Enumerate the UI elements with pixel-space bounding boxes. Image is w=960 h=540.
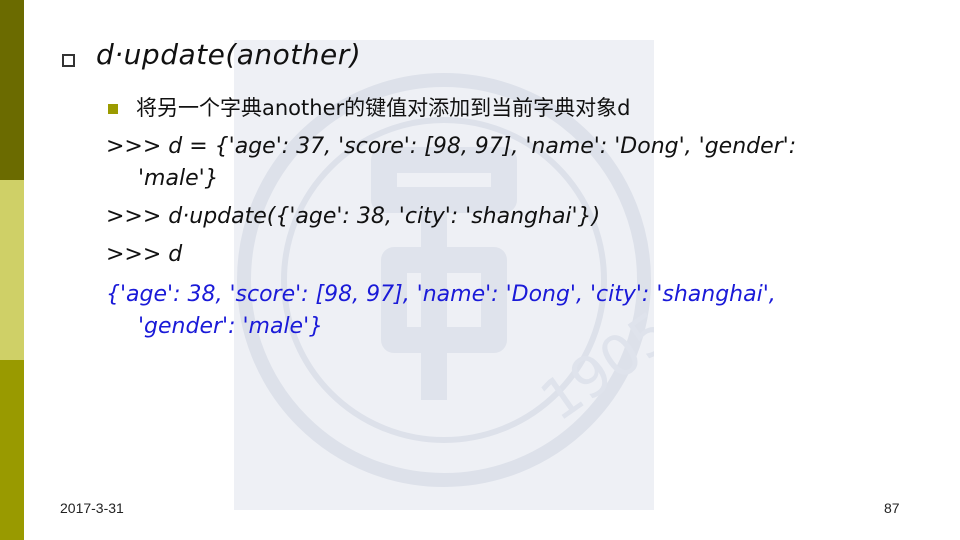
code-line: >>> d = {'age': 37, 'score': [98, 97], '… bbox=[106, 134, 797, 159]
filled-square-bullet-icon bbox=[108, 104, 118, 114]
code-line: >>> d bbox=[106, 242, 183, 267]
side-bar-middle bbox=[0, 180, 24, 360]
code-line: 'male'} bbox=[138, 166, 219, 191]
watermark-year: 1905 bbox=[529, 299, 654, 434]
output-line: {'age': 38, 'score': [98, 97], 'name': '… bbox=[106, 282, 776, 307]
hollow-square-bullet-icon bbox=[62, 54, 75, 67]
slide-title: d·update(another) bbox=[96, 38, 362, 71]
footer-date: 2017-3-31 bbox=[60, 500, 124, 516]
slide-subtitle: 将另一个字典another的键值对添加到当前字典对象d bbox=[136, 96, 631, 120]
page-number: 87 bbox=[884, 500, 900, 516]
side-bar-top bbox=[0, 0, 24, 180]
output-line: 'gender': 'male'} bbox=[138, 314, 324, 339]
code-line: >>> d·update({'age': 38, 'city': 'shangh… bbox=[106, 204, 601, 229]
side-bar-bottom bbox=[0, 360, 24, 540]
